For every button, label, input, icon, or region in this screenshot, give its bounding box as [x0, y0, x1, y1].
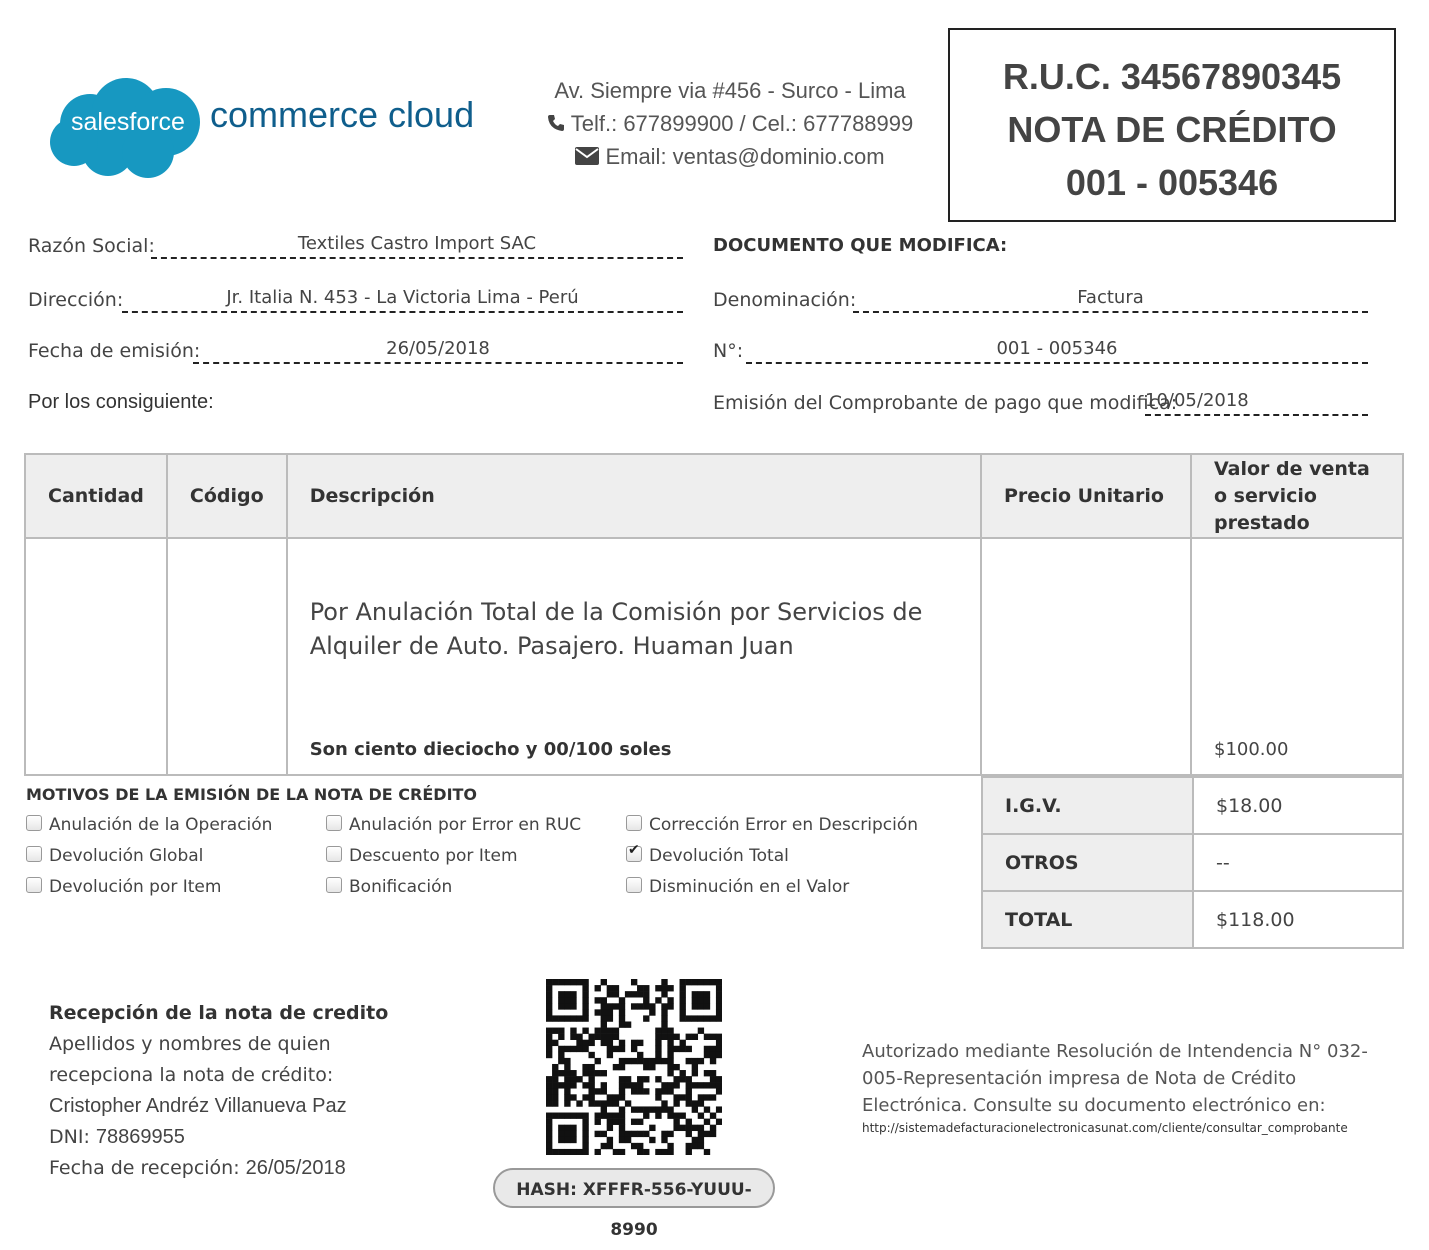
reception-date: Fecha de recepción: 26/05/2018 — [49, 1157, 346, 1179]
table-row: Por Anulación Total de la Comisión por S… — [24, 537, 1404, 776]
checkbox[interactable] — [326, 877, 342, 893]
col-valor-venta: Valor de venta o servicio prestado — [1190, 453, 1404, 539]
company-phone: Telf.: 677899900 / Cel.: 677788999 — [520, 111, 940, 138]
igv-label: I.G.V. — [981, 776, 1194, 835]
company-logo: salesforce commerce cloud — [48, 72, 488, 182]
razon-social-label: Razón Social: — [28, 235, 155, 257]
total-row-igv: I.G.V. $18.00 — [981, 776, 1404, 835]
option-descuento-item[interactable]: Descuento por Item — [326, 846, 518, 866]
option-anulacion-error-ruc[interactable]: Anulación por Error en RUC — [326, 815, 581, 835]
col-descripcion: Descripción — [285, 453, 983, 539]
items-table: Cantidad Código Descripción Precio Unita… — [24, 453, 1404, 776]
reception-block: Recepción de la nota de credito Apellido… — [49, 998, 469, 1184]
reception-title: Recepción de la nota de credito — [49, 1002, 389, 1024]
ruc-number: R.U.C. 34567890345 — [1002, 56, 1342, 97]
option-devolucion-total[interactable]: Devolución Total — [626, 842, 789, 866]
col-codigo: Código — [165, 453, 288, 539]
option-correccion-descripcion[interactable]: Corrección Error en Descripción — [626, 815, 918, 835]
direccion-value: Jr. Italia N. 453 - La Victoria Lima - P… — [122, 287, 683, 313]
emision-comprobante-label: Emisión del Comprobante de pago que modi… — [713, 392, 1178, 414]
numero-label: N°: — [713, 340, 744, 362]
reception-line2: recepciona la nota de crédito: — [49, 1064, 334, 1086]
denominacion-value: Factura — [853, 287, 1368, 313]
cell-precio-unitario — [980, 537, 1192, 776]
otros-label: OTROS — [981, 833, 1194, 892]
option-devolucion-item[interactable]: Devolución por Item — [26, 877, 221, 897]
totals-table: I.G.V. $18.00 OTROS -- TOTAL $118.00 — [981, 776, 1404, 949]
total-row-otros: OTROS -- — [981, 833, 1404, 892]
col-precio-unitario: Precio Unitario — [980, 453, 1192, 539]
cell-cantidad — [24, 537, 168, 776]
emision-comprobante-value: 10/05/2018 — [1145, 390, 1368, 416]
company-address: Av. Siempre via #456 - Surco - Lima — [554, 78, 906, 103]
document-number: 001 - 005346 — [1065, 162, 1279, 203]
checkbox[interactable] — [626, 877, 642, 893]
modifies-title: DOCUMENTO QUE MODIFICA: — [713, 235, 1008, 256]
checkbox-checked[interactable] — [626, 842, 642, 862]
fecha-emision-value: 26/05/2018 — [193, 338, 683, 364]
authorization-block: Autorizado mediante Resolución de Intend… — [862, 1038, 1382, 1135]
email-text: Email: ventas@dominio.com — [605, 144, 885, 169]
total-value: $118.00 — [1192, 890, 1404, 949]
otros-value: -- — [1192, 833, 1404, 892]
receiver-dni: DNI: 78869955 — [49, 1126, 185, 1148]
option-anulacion-operacion[interactable]: Anulación de la Operación — [26, 815, 272, 835]
checkbox[interactable] — [26, 877, 42, 893]
consiguiente-text: Por los consiguiente: — [28, 391, 214, 413]
line-value: $100.00 — [1214, 739, 1289, 760]
authorization-text: Autorizado mediante Resolución de Intend… — [862, 1041, 1368, 1116]
checkbox[interactable] — [26, 815, 42, 831]
motivos-title: MOTIVOS DE LA EMISIÓN DE LA NOTA DE CRÉD… — [26, 785, 478, 804]
fecha-emision-label: Fecha de emisión: — [28, 340, 201, 362]
option-disminucion-valor[interactable]: Disminución en el Valor — [626, 877, 849, 897]
option-devolucion-global[interactable]: Devolución Global — [26, 846, 203, 866]
checkbox[interactable] — [626, 815, 642, 831]
qr-code — [546, 979, 723, 1156]
envelope-icon — [575, 145, 600, 171]
logo-badge-text: salesforce — [71, 108, 185, 136]
authorization-url[interactable]: http://sistemadefacturacionelectronicasu… — [862, 1121, 1382, 1135]
phone-text: Telf.: 677899900 / Cel.: 677788999 — [570, 111, 914, 136]
company-email: Email: ventas@dominio.com — [520, 144, 940, 171]
cell-codigo — [165, 537, 288, 776]
direccion-label: Dirección: — [28, 289, 124, 311]
table-header-row: Cantidad Código Descripción Precio Unita… — [24, 453, 1404, 539]
cell-descripcion: Por Anulación Total de la Comisión por S… — [285, 537, 983, 776]
hash-badge: HASH: XFFFR-556-YUUU-8990 — [493, 1168, 775, 1240]
igv-value: $18.00 — [1192, 776, 1404, 835]
document-id-box: R.U.C. 34567890345 NOTA DE CRÉDITO 001 -… — [948, 28, 1396, 222]
receiver-name: Cristopher Andréz Villanueva Paz — [49, 1095, 347, 1117]
salesforce-cloud-icon: salesforce — [50, 78, 200, 178]
total-row-total: TOTAL $118.00 — [981, 890, 1404, 949]
total-label: TOTAL — [981, 890, 1194, 949]
checkbox[interactable] — [326, 815, 342, 831]
checkbox[interactable] — [326, 846, 342, 862]
denominacion-label: Denominación: — [713, 289, 857, 311]
logo-text: commerce cloud — [210, 94, 475, 135]
phone-icon — [547, 112, 565, 138]
razon-social-value: Textiles Castro Import SAC — [151, 233, 683, 259]
option-bonificacion[interactable]: Bonificación — [326, 877, 452, 897]
item-description: Por Anulación Total de la Comisión por S… — [309, 598, 923, 660]
document-type: NOTA DE CRÉDITO — [1007, 109, 1337, 150]
col-cantidad: Cantidad — [24, 453, 168, 539]
reception-line1: Apellidos y nombres de quien — [49, 1033, 331, 1055]
amount-in-words: Son ciento dieciocho y 00/100 soles — [309, 739, 672, 760]
cell-valor-venta: $100.00 — [1190, 537, 1404, 776]
checkbox[interactable] — [26, 846, 42, 862]
numero-value: 001 - 005346 — [746, 338, 1368, 364]
